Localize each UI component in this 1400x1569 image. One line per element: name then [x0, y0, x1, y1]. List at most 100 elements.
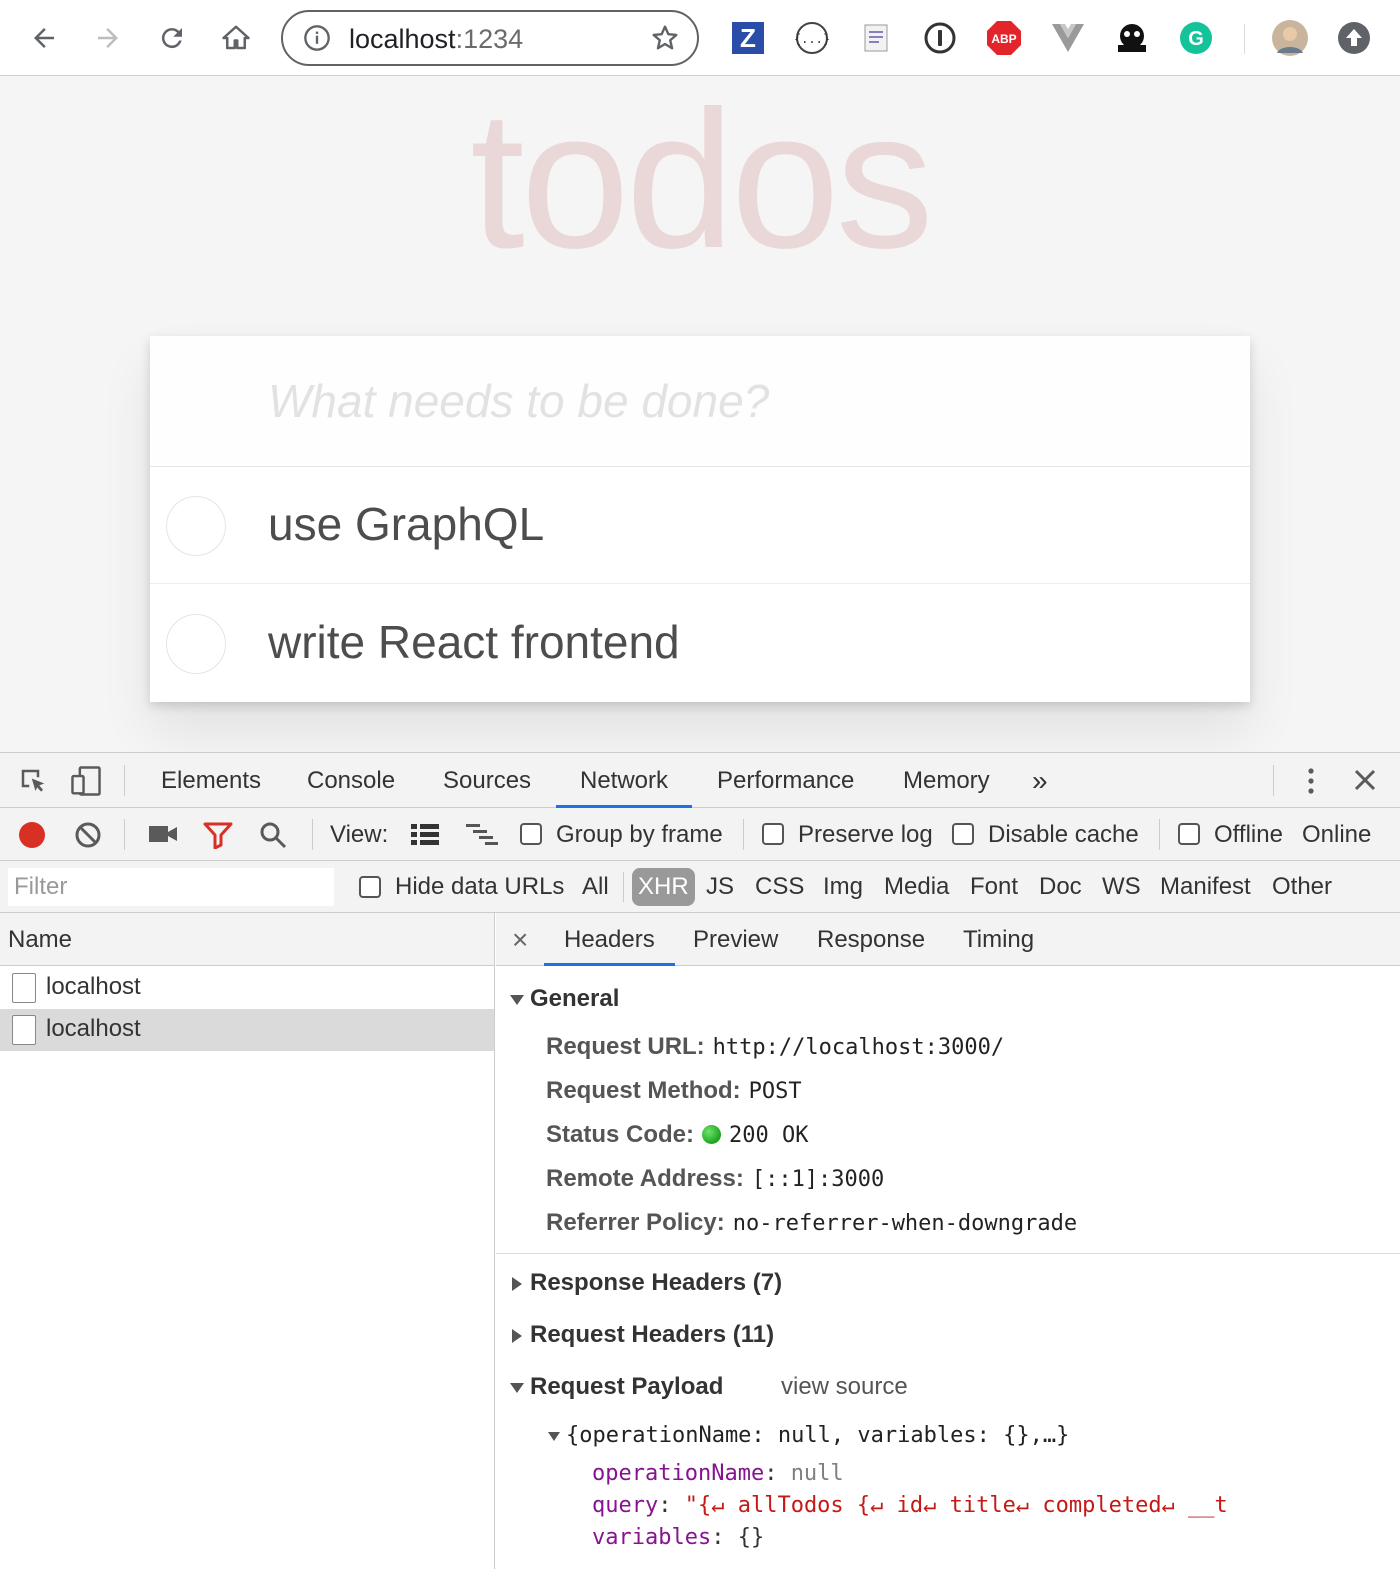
general-section-toggle[interactable]: General — [510, 985, 619, 1013]
back-button[interactable] — [24, 18, 64, 58]
filter-type-js[interactable]: JS — [706, 861, 734, 913]
waterfall-view-button[interactable] — [465, 822, 499, 851]
request-list: Name localhost localhost — [0, 913, 495, 1569]
view-label: View: — [330, 821, 389, 848]
toolbar-divider — [1244, 24, 1245, 54]
filter-type-media[interactable]: Media — [884, 861, 949, 913]
request-row[interactable]: localhost — [0, 1009, 494, 1051]
request-row[interactable]: localhost — [0, 967, 494, 1009]
profile-avatar[interactable] — [1272, 20, 1308, 56]
kebab-menu-icon[interactable] — [1298, 766, 1324, 801]
update-icon[interactable] — [1336, 20, 1372, 56]
vue-devtools-icon[interactable] — [1050, 20, 1086, 56]
tab-elements[interactable]: Elements — [161, 753, 261, 808]
close-icon[interactable] — [1352, 767, 1378, 798]
home-icon — [222, 25, 250, 50]
svg-text:G: G — [1188, 28, 1204, 50]
bookmark-star-icon[interactable] — [649, 22, 681, 54]
arrow-right-icon — [98, 28, 118, 48]
collapsed-triangle-icon — [512, 1276, 522, 1291]
record-button[interactable] — [18, 821, 46, 854]
tab-performance[interactable]: Performance — [717, 753, 854, 808]
todo-label[interactable]: write React frontend — [268, 615, 680, 669]
notes-icon[interactable] — [858, 20, 894, 56]
payload-summary[interactable]: {operationName: null, variables: {},…} — [548, 1423, 1069, 1448]
request-details: × Headers Preview Response Timing Genera… — [496, 913, 1400, 1569]
tab-console[interactable]: Console — [307, 753, 395, 808]
expanded-triangle-icon — [510, 1382, 524, 1393]
expanded-triangle-icon — [510, 994, 524, 1005]
info-icon[interactable] — [303, 24, 331, 52]
tab-timing[interactable]: Timing — [963, 913, 1034, 966]
inspect-element-icon[interactable] — [18, 766, 48, 801]
1password-icon[interactable] — [922, 20, 958, 56]
search-button[interactable] — [259, 821, 287, 854]
filter-type-all[interactable]: All — [582, 861, 609, 913]
offline-checkbox[interactable] — [1178, 823, 1200, 845]
filter-type-xhr[interactable]: XHR — [632, 868, 695, 906]
clear-button[interactable] — [74, 821, 102, 854]
screenshot-button[interactable] — [148, 823, 178, 850]
device-toolbar-icon[interactable] — [70, 766, 102, 801]
hide-data-urls-checkbox[interactable] — [359, 876, 381, 898]
filter-toggle-button[interactable] — [203, 821, 233, 854]
zotero-icon[interactable]: Z — [730, 20, 766, 56]
response-headers-toggle[interactable]: Response Headers (7) — [510, 1269, 782, 1297]
arrow-left-icon — [34, 28, 54, 48]
payload-query: query: "{↵ allTodos {↵ id↵ title↵ comple… — [592, 1493, 1228, 1518]
kuker-icon[interactable] — [1114, 20, 1150, 56]
throttling-select[interactable]: Online — [1302, 808, 1371, 861]
remote-address-row: Remote Address: [::1]:3000 — [546, 1165, 885, 1192]
filter-type-css[interactable]: CSS — [755, 861, 804, 913]
column-header-name[interactable]: Name — [0, 913, 494, 966]
close-details-button[interactable]: × — [512, 913, 528, 966]
filter-bar: Hide data URLs All XHR JS CSS Img Media … — [0, 861, 1400, 913]
status-code-row: Status Code: 200 OK — [546, 1121, 809, 1148]
tab-preview[interactable]: Preview — [693, 913, 778, 966]
tab-memory[interactable]: Memory — [903, 753, 990, 808]
request-name: localhost — [46, 973, 141, 1000]
todo-toggle-checkbox[interactable] — [166, 614, 226, 674]
tab-headers[interactable]: Headers — [544, 913, 675, 966]
filter-type-other[interactable]: Other — [1272, 861, 1332, 913]
filter-input[interactable] — [8, 868, 334, 906]
json-formatter-icon[interactable]: {...} — [794, 20, 830, 56]
filter-type-font[interactable]: Font — [970, 861, 1018, 913]
offline-label: Offline — [1214, 821, 1283, 848]
home-button[interactable] — [216, 18, 256, 58]
collapsed-triangle-icon — [512, 1328, 522, 1343]
group-by-frame-checkbox[interactable] — [520, 823, 542, 845]
tab-response[interactable]: Response — [817, 913, 925, 966]
todo-app: use GraphQL write React frontend — [150, 336, 1250, 702]
grammarly-icon[interactable]: G — [1178, 20, 1214, 56]
payload-operation-name: operationName: null — [592, 1461, 844, 1486]
todo-toggle-checkbox[interactable] — [166, 496, 226, 556]
filter-type-manifest[interactable]: Manifest — [1160, 861, 1251, 913]
filter-type-doc[interactable]: Doc — [1039, 861, 1082, 913]
tab-divider — [124, 765, 125, 796]
referrer-policy-row: Referrer Policy: no-referrer-when-downgra… — [546, 1209, 1078, 1236]
waterfall-icon — [466, 824, 498, 845]
details-tab-bar: × Headers Preview Response Timing — [496, 913, 1400, 966]
request-name: localhost — [46, 1015, 141, 1042]
more-tabs-button[interactable]: » — [1032, 753, 1048, 808]
disable-cache-checkbox[interactable] — [952, 823, 974, 845]
forward-button[interactable] — [88, 18, 128, 58]
request-payload-toggle[interactable]: Request Payload — [510, 1373, 723, 1401]
reload-button[interactable] — [152, 18, 192, 58]
preserve-log-checkbox[interactable] — [762, 823, 784, 845]
todo-label[interactable]: use GraphQL — [268, 497, 544, 551]
tab-network[interactable]: Network — [556, 753, 693, 808]
filter-type-img[interactable]: Img — [823, 861, 863, 913]
filter-type-ws[interactable]: WS — [1102, 861, 1141, 913]
request-headers-toggle[interactable]: Request Headers (11) — [510, 1321, 774, 1349]
adblock-plus-icon[interactable]: ABP — [986, 20, 1022, 56]
new-todo-input[interactable] — [150, 336, 1250, 467]
disable-cache-label: Disable cache — [988, 821, 1139, 848]
toolbar-divider — [124, 819, 125, 850]
address-bar[interactable]: localhost:1234 — [281, 10, 699, 66]
tab-sources[interactable]: Sources — [443, 753, 531, 808]
large-rows-button[interactable] — [410, 822, 440, 851]
reload-icon — [161, 28, 182, 49]
view-source-link[interactable]: view source — [781, 1373, 908, 1401]
